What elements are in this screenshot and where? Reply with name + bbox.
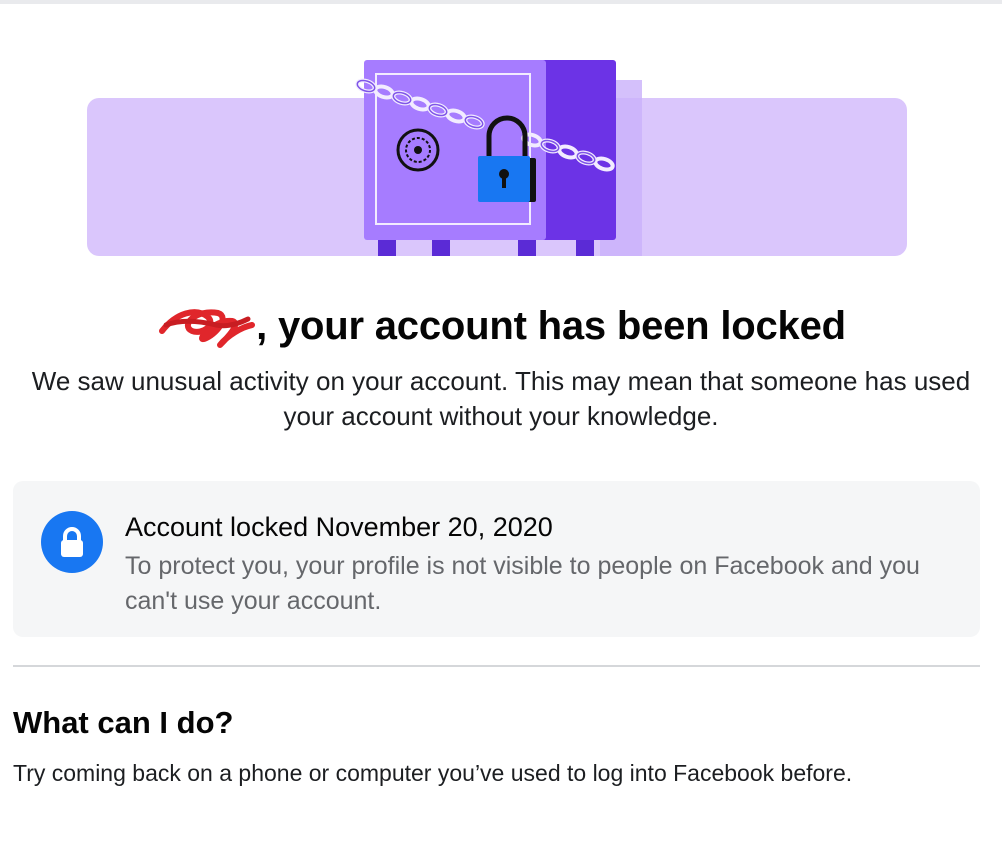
lock-icon [41, 511, 103, 573]
help-heading: What can I do? [13, 705, 234, 740]
locked-safe-illustration [87, 60, 907, 256]
notice-title: Account locked November 20, 2020 [125, 512, 553, 542]
page-title: , your account has been locked [0, 296, 1002, 356]
section-divider [13, 665, 980, 667]
page-title-text: your account has been locked [277, 304, 846, 348]
notice-description: To protect you, your profile is not visi… [125, 552, 920, 615]
hero-illustration [0, 0, 1002, 270]
help-text: Try coming back on a phone or computer y… [13, 760, 853, 786]
redacted-name-scribble [156, 303, 256, 348]
unusual-activity-message: We saw unusual activity on your account.… [31, 366, 971, 431]
account-locked-notice: Account locked November 20, 2020 To prot… [13, 481, 980, 637]
